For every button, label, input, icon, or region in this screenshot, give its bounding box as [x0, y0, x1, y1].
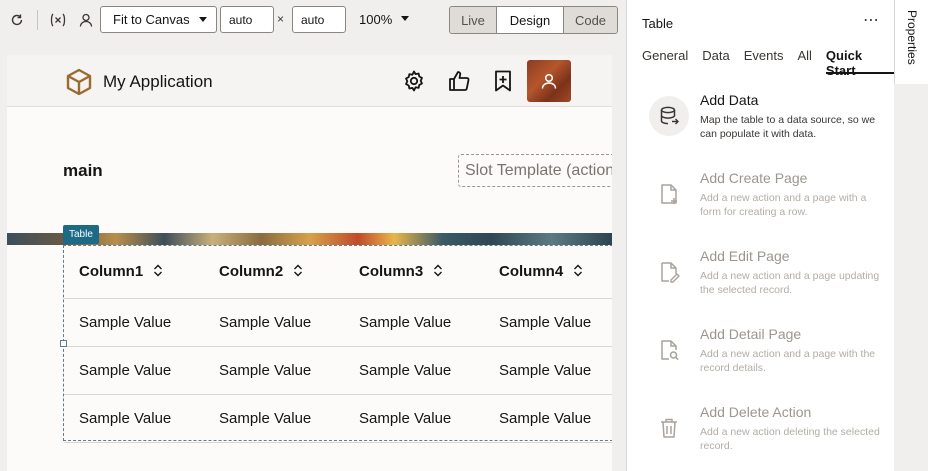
table-cell: Sample Value	[484, 346, 612, 395]
panel-title: Table	[642, 16, 674, 31]
column-header[interactable]: Column4	[484, 246, 612, 299]
table-cell: Sample Value	[344, 298, 484, 347]
table-row[interactable]: Sample Value Sample Value Sample Value S…	[64, 346, 612, 395]
table-cell: Sample Value	[64, 394, 204, 443]
quick-start-title: Add Create Page	[700, 170, 808, 186]
quick-start-title: Add Data	[700, 92, 759, 108]
quick-start-description: Add a new action and a page with a form …	[700, 192, 867, 218]
table-cell: Sample Value	[344, 394, 484, 443]
mode-live-button[interactable]: Live	[450, 7, 497, 33]
properties-panel: Table ⋯ General Data Events All Quick St…	[626, 0, 894, 471]
quick-start-description: Add a new action and a page with the rec…	[700, 348, 876, 374]
sort-icon[interactable]	[573, 264, 583, 277]
toolbar-divider	[37, 10, 38, 30]
sort-icon[interactable]	[293, 264, 303, 277]
column-header[interactable]: Column3	[344, 246, 484, 299]
quick-start-add-delete-action: Add Delete Action Add a new action delet…	[627, 404, 895, 471]
quick-start-title: Add Edit Page	[700, 248, 790, 264]
file-search-icon	[649, 330, 689, 370]
times-label: ×	[277, 12, 285, 26]
table-selection-badge[interactable]: Table	[63, 225, 99, 244]
tab-data[interactable]: Data	[702, 48, 729, 74]
quick-start-description: Add a new action and a page updating the…	[700, 270, 880, 296]
tab-general[interactable]: General	[642, 48, 688, 74]
designer-toolbar: Fit to Canvas × 100% Live Design Code	[0, 0, 626, 40]
column-header-label: Column2	[219, 263, 284, 281]
column-header-label: Column1	[79, 263, 144, 281]
table-cell: Sample Value	[344, 346, 484, 395]
zoom-chevron-down-icon[interactable]	[401, 16, 409, 21]
chevron-down-icon	[199, 17, 207, 22]
tab-events[interactable]: Events	[744, 48, 784, 74]
table-row[interactable]: Sample Value Sample Value Sample Value S…	[64, 298, 612, 347]
mode-code-button[interactable]: Code	[564, 7, 617, 33]
data-table[interactable]: Column1 Column2 Column3 Column4 Sample V…	[64, 246, 612, 443]
table-cell: Sample Value	[484, 394, 612, 443]
table-cell: Sample Value	[64, 298, 204, 347]
quick-start-description: Map the table to a data source, so we ca…	[700, 114, 876, 140]
quick-start-description: Add a new action deleting the selected r…	[700, 426, 880, 452]
column-header-label: Column3	[359, 263, 424, 281]
table-cell: Sample Value	[204, 346, 344, 395]
table-cell: Sample Value	[64, 346, 204, 395]
trash-icon	[649, 408, 689, 448]
database-icon	[649, 96, 689, 136]
sort-icon[interactable]	[153, 264, 163, 277]
quick-start-title: Add Detail Page	[700, 326, 802, 342]
quick-start-add-data[interactable]: Add Data Map the table to a data source,…	[627, 92, 895, 162]
quick-start-add-detail-page: Add Detail Page Add a new action and a p…	[627, 326, 895, 396]
table-cell: Sample Value	[204, 394, 344, 443]
column-header[interactable]: Column1	[64, 246, 204, 299]
properties-tabs: General Data Events All Quick Start	[642, 48, 894, 78]
table-layer: Table Column1 Column2 Column3 Column4 Sa…	[7, 55, 612, 471]
quick-start-add-edit-page: Add Edit Page Add a new action and a pag…	[627, 248, 895, 318]
tab-all[interactable]: All	[797, 48, 811, 74]
quick-start-title: Add Delete Action	[700, 404, 812, 420]
zoom-level[interactable]: 100%	[359, 12, 392, 27]
column-header[interactable]: Column2	[204, 246, 344, 299]
resize-handle[interactable]	[60, 340, 67, 347]
quick-start-add-create-page: Add Create Page Add a new action and a p…	[627, 170, 895, 240]
sort-icon[interactable]	[433, 264, 443, 277]
canvas-height-input[interactable]	[292, 6, 346, 33]
canvas-width-input[interactable]	[220, 6, 274, 33]
side-rail: Properties	[894, 0, 928, 471]
variables-icon[interactable]	[48, 10, 68, 30]
table-cell: Sample Value	[484, 298, 612, 347]
more-options-icon[interactable]: ⋯	[863, 10, 880, 30]
fit-select[interactable]: Fit to Canvas	[100, 6, 217, 33]
view-mode-toggle: Live Design Code	[449, 6, 618, 34]
mode-design-button[interactable]: Design	[497, 7, 564, 33]
tab-quick-start[interactable]: Quick Start	[825, 48, 894, 78]
properties-rail-label: Properties	[905, 10, 919, 65]
table-cell: Sample Value	[204, 298, 344, 347]
properties-rail-tab[interactable]: Properties	[894, 0, 928, 84]
file-edit-icon	[649, 252, 689, 292]
refresh-icon[interactable]	[7, 10, 27, 30]
column-header-label: Column4	[499, 263, 564, 281]
fit-select-value: Fit to Canvas	[113, 12, 190, 27]
table-header-row: Column1 Column2 Column3 Column4	[64, 246, 612, 299]
file-add-icon	[649, 174, 689, 214]
table-row[interactable]: Sample Value Sample Value Sample Value S…	[64, 394, 612, 443]
user-icon[interactable]	[76, 10, 96, 30]
